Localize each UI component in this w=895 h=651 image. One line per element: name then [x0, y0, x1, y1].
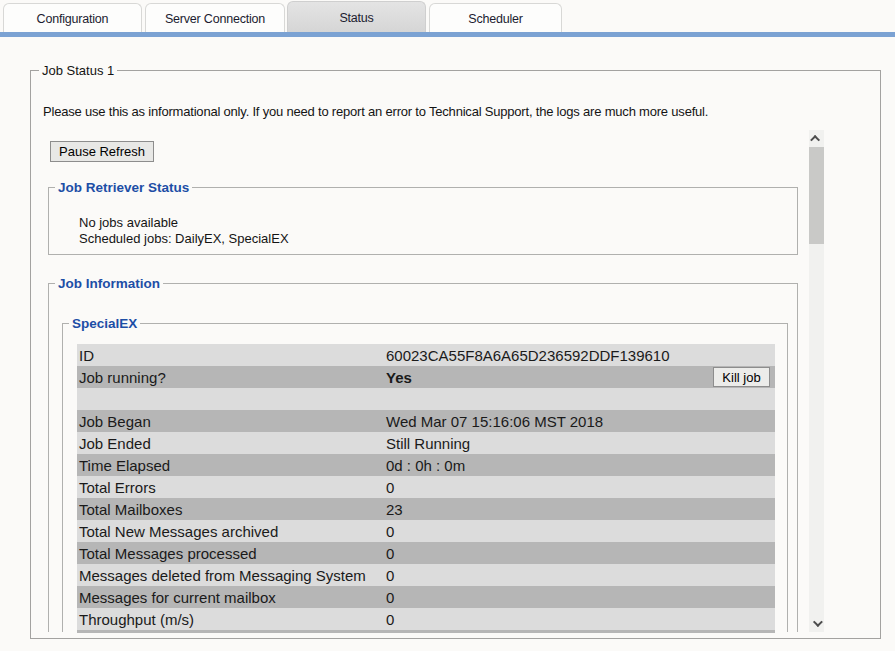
row-label: Total New Messages archived — [77, 523, 386, 540]
row-label: Total Messages processed — [77, 545, 386, 562]
job-retriever-status-legend: Job Retriever Status — [55, 180, 192, 195]
row-label: Job Ended — [77, 435, 386, 452]
tab-configuration[interactable]: Configuration — [3, 3, 142, 33]
no-jobs-text: No jobs available — [79, 215, 289, 231]
row-value: 0 — [386, 523, 775, 540]
scrollbar-thumb[interactable] — [809, 147, 824, 244]
table-row: Total Mailboxes23 — [77, 498, 775, 520]
tab-label: Status — [339, 11, 373, 25]
tab-label: Server Connection — [165, 12, 265, 26]
table-row — [77, 388, 775, 410]
table-row: Total Messages processed0 — [77, 542, 775, 564]
table-row: Job BeganWed Mar 07 15:16:06 MST 2018 — [77, 410, 775, 432]
job-table: ID60023CA55F8A6A65D236592DDF139610Job ru… — [77, 344, 775, 633]
table-row: Job running?YesKill job — [77, 366, 775, 388]
row-label: Total Mailboxes — [77, 501, 386, 518]
table-row: Time Elapsed0d : 0h : 0m — [77, 454, 775, 476]
info-text: Please use this as informational only. I… — [43, 104, 708, 119]
row-value: 0 — [386, 611, 775, 628]
job-retriever-status-fieldset: Job Retriever Status No jobs available S… — [48, 187, 798, 255]
table-row: Messages deleted from Messaging System0 — [77, 564, 775, 586]
tab-underline-bar — [0, 32, 895, 37]
table-row-clipped — [77, 630, 775, 633]
row-value: 60023CA55F8A6A65D236592DDF139610 — [386, 347, 775, 364]
row-value: Still Running — [386, 435, 775, 452]
row-label: Messages deleted from Messaging System — [77, 567, 386, 584]
pause-refresh-button[interactable]: Pause Refresh — [50, 141, 154, 162]
tab-label: Scheduler — [468, 12, 523, 26]
scheduled-jobs-text: Scheduled jobs: DailyEX, SpecialEX — [79, 231, 289, 247]
row-value: 0 — [386, 589, 775, 606]
specialex-legend: SpecialEX — [69, 316, 140, 331]
row-label: Throughput (m/s) — [77, 611, 386, 628]
job-status-legend: Job Status 1 — [39, 63, 117, 78]
tab-server-connection[interactable]: Server Connection — [145, 3, 285, 33]
row-value: 0 — [386, 545, 775, 562]
row-label: Total Errors — [77, 479, 386, 496]
table-row: Total New Messages archived0 — [77, 520, 775, 542]
job-information-legend: Job Information — [55, 276, 163, 291]
row-label: ID — [77, 347, 386, 364]
tab-status[interactable]: Status — [287, 1, 426, 33]
table-row: Messages for current mailbox0 — [77, 586, 775, 608]
chevron-up-icon — [810, 135, 820, 145]
row-value: 0 — [386, 567, 775, 584]
row-value: 23 — [386, 501, 775, 518]
row-label: Time Elapsed — [77, 457, 386, 474]
kill-job-button[interactable]: Kill job — [713, 367, 770, 387]
chevron-down-icon — [813, 617, 823, 627]
scrollbar-up-button[interactable] — [809, 130, 824, 147]
row-label: Job running? — [77, 369, 386, 386]
table-row: Job EndedStill Running — [77, 432, 775, 454]
scrollbar[interactable] — [809, 130, 824, 632]
row-label: Job Began — [77, 413, 386, 430]
row-label: Messages for current mailbox — [77, 589, 386, 606]
row-value: 0d : 0h : 0m — [386, 457, 775, 474]
row-value: Wed Mar 07 15:16:06 MST 2018 — [386, 413, 775, 430]
table-row: ID60023CA55F8A6A65D236592DDF139610 — [77, 344, 775, 366]
tab-label: Configuration — [37, 12, 109, 26]
scrollbar-down-button[interactable] — [809, 615, 824, 632]
row-value: 0 — [386, 479, 775, 496]
tab-scheduler[interactable]: Scheduler — [429, 3, 562, 33]
table-row: Throughput (m/s)0 — [77, 608, 775, 630]
table-row: Total Errors0 — [77, 476, 775, 498]
